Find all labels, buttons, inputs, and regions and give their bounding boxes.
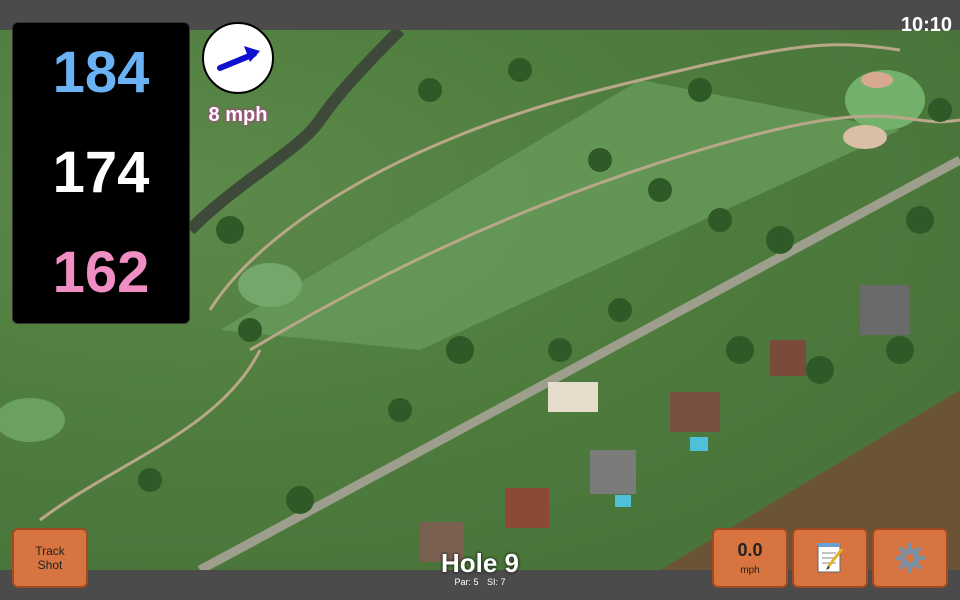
clock: 10:10 <box>900 14 952 36</box>
hole-par: Par: 5 <box>454 577 479 587</box>
track-shot-button[interactable]: Track Shot <box>12 528 88 588</box>
wind-dial <box>202 22 274 94</box>
speed-unit: mph <box>740 565 760 576</box>
hole-meta: Par: 5 SI: 7 <box>380 577 580 587</box>
track-shot-label-line1: Track <box>35 544 65 558</box>
distance-middle: 174 <box>52 140 150 205</box>
hole-title[interactable]: Hole 9 <box>380 548 580 579</box>
wind-arrow-icon <box>217 46 260 71</box>
gear-icon <box>895 543 925 573</box>
speed-button[interactable]: 0.0 mph <box>712 528 788 588</box>
distance-panel: 184 174 162 <box>12 22 190 324</box>
notepad-icon <box>817 543 844 573</box>
hole-stroke-index: SI: 7 <box>487 577 506 587</box>
notes-button[interactable] <box>792 528 868 588</box>
distance-back: 184 <box>52 40 150 105</box>
track-shot-label-line2: Shot <box>37 558 63 572</box>
distance-front: 162 <box>52 240 150 305</box>
wind-speed: 8 mph <box>208 104 268 126</box>
speed-value: 0.0 <box>737 540 763 560</box>
settings-button[interactable] <box>872 528 948 588</box>
